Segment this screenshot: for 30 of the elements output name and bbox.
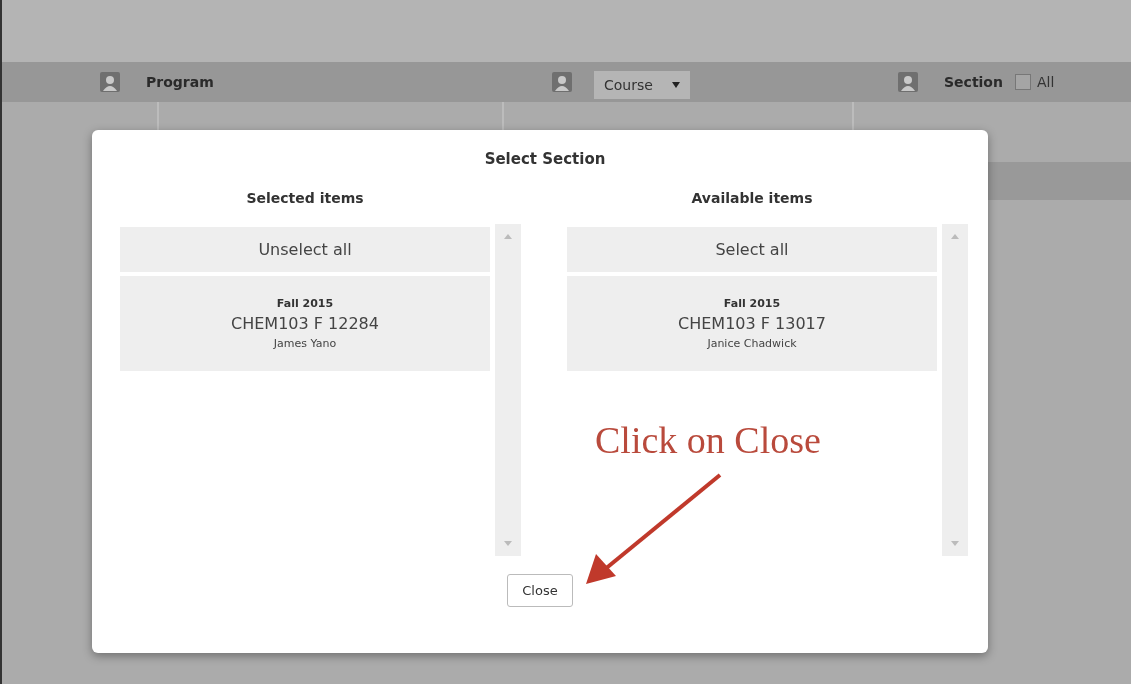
user-icon — [898, 72, 918, 92]
section-item[interactable]: Fall 2015 CHEM103 F 13017 Janice Chadwick — [567, 276, 937, 371]
caret-icon — [672, 82, 680, 88]
scroll-up-icon[interactable] — [951, 234, 959, 239]
list-heading: Available items — [690, 190, 814, 206]
column-label: Program — [146, 74, 214, 90]
section-code: CHEM103 F 12284 — [231, 314, 379, 333]
scrollbar[interactable] — [942, 224, 968, 556]
list-action[interactable]: Select all — [567, 227, 937, 272]
scroll-down-icon[interactable] — [951, 541, 959, 546]
list-action[interactable]: Unselect all — [120, 227, 490, 272]
close-button[interactable]: Close — [507, 574, 573, 607]
column-label: Section — [944, 74, 1003, 90]
user-icon — [100, 72, 120, 92]
course-dropdown[interactable]: Course — [594, 71, 690, 99]
scroll-down-icon[interactable] — [504, 541, 512, 546]
section-item[interactable]: Fall 2015 CHEM103 F 12284 James Yano — [120, 276, 490, 371]
all-checkbox[interactable] — [1014, 74, 1031, 90]
dialog-title: Select Section — [483, 150, 607, 168]
instructor-name: Janice Chadwick — [707, 337, 797, 350]
term-label: Fall 2015 — [276, 297, 334, 310]
scrollbar[interactable] — [495, 224, 521, 556]
instructor-name: James Yano — [273, 337, 337, 350]
checkbox-label: All — [1036, 74, 1055, 90]
list-heading: Selected items — [245, 190, 365, 206]
annotation-text: Click on Close — [595, 418, 821, 462]
term-label: Fall 2015 — [723, 297, 781, 310]
user-icon — [552, 72, 572, 92]
scroll-up-icon[interactable] — [504, 234, 512, 239]
section-code: CHEM103 F 13017 — [678, 314, 826, 333]
